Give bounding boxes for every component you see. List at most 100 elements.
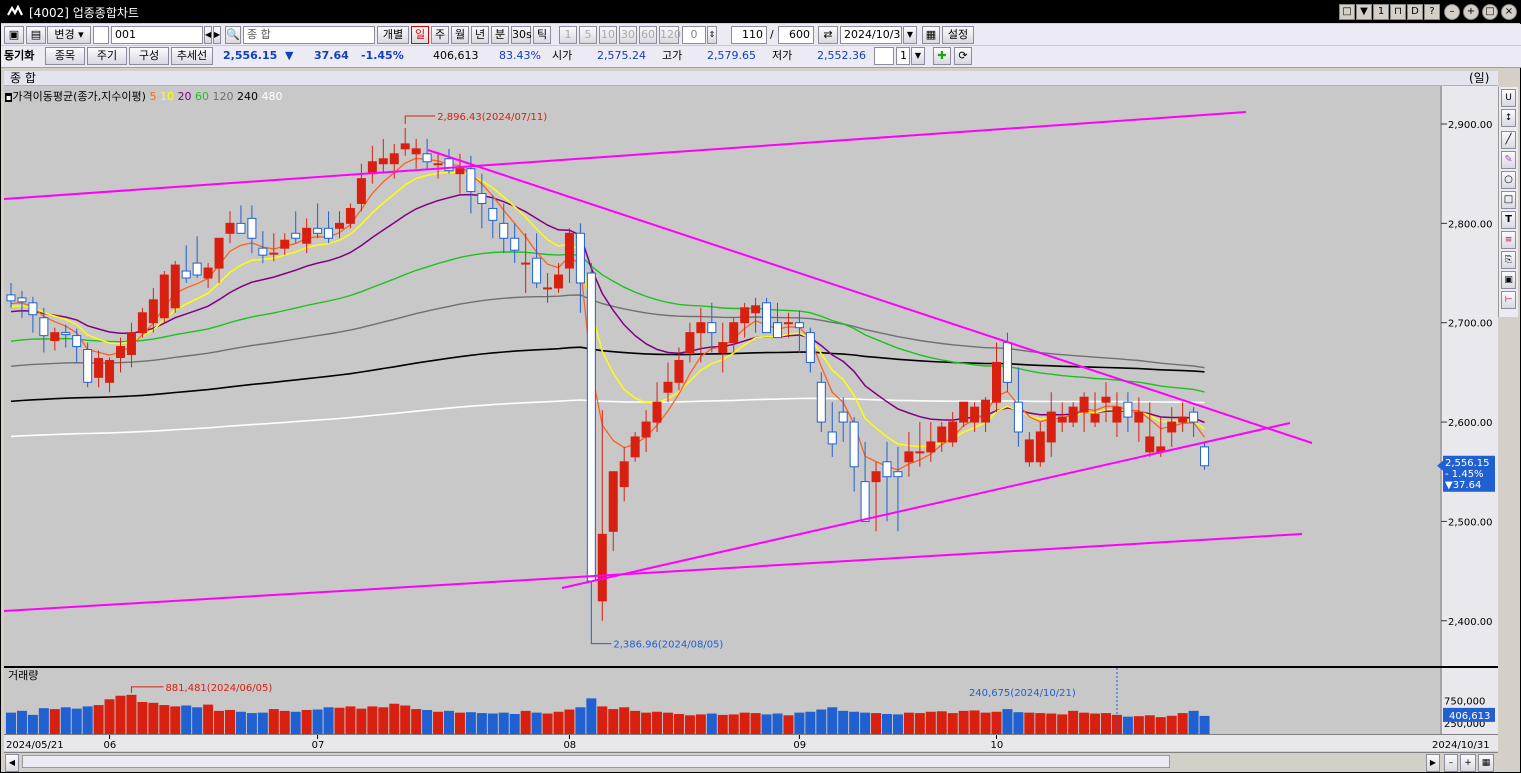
window-maximize-button[interactable]: □ [1482, 4, 1498, 20]
ellipse-tool-icon[interactable]: ○ [1501, 171, 1516, 189]
settings-button[interactable]: 설정 [942, 26, 974, 44]
candle-up [926, 441, 936, 453]
minute-1-button[interactable]: 1 [559, 26, 577, 44]
period-button[interactable]: 주기 [87, 47, 127, 65]
refresh-icon[interactable]: ⟳ [954, 47, 972, 65]
volume-bar [71, 708, 82, 734]
price-chart-svg[interactable]: 2,900.00 2,800.00 2,700.00 2,600.00 2,500.00… [3, 71, 1498, 666]
volume-bar [389, 703, 400, 734]
measure-tool-icon[interactable]: ⊢ [1501, 291, 1516, 309]
copy-tool-icon[interactable]: ⎘ [1501, 251, 1516, 269]
candle-down [805, 332, 815, 363]
period-week-tab[interactable]: 주 [431, 26, 449, 44]
pen-tool-icon[interactable]: ✎ [1501, 151, 1516, 169]
ma-legend: ▪가격이동평균(종가,지수이평) 5 10 20 60 120 240 480 [5, 88, 282, 104]
window-minimize-button[interactable]: – [1444, 4, 1460, 20]
horizontal-scrollbar[interactable]: ◀ ▶ – + ▦ [4, 752, 1498, 772]
next-code-button[interactable]: ▶ [213, 26, 221, 44]
candle-up [685, 332, 695, 354]
period-30s-tab[interactable]: 30s [511, 26, 532, 44]
chart-header: 종 합 (일) [4, 71, 1498, 86]
count-input[interactable]: 110 [731, 26, 767, 44]
volume-bar [717, 714, 728, 734]
candle-up [696, 322, 706, 334]
window-layout2-button[interactable]: ⊓ [1390, 4, 1406, 20]
zoom-icon[interactable]: ⇄ [818, 26, 838, 44]
scroll-left-button[interactable]: ◀ [5, 754, 19, 772]
prev-code-button[interactable]: ◀ [204, 26, 212, 44]
candle-down [324, 227, 334, 239]
zoom-in-icon[interactable]: + [1460, 754, 1476, 772]
period-day-tab[interactable]: 일 [411, 26, 429, 44]
volume-bar [1122, 716, 1133, 734]
candle-down [422, 153, 432, 163]
rectangle-tool-icon[interactable]: □ [1501, 191, 1516, 209]
text-tool-icon[interactable]: T [1501, 211, 1516, 229]
volume-bar [750, 713, 761, 734]
window-export-button[interactable]: D [1407, 4, 1423, 20]
toolbar-collapse-icon[interactable]: U [1501, 89, 1516, 107]
candle-down [849, 421, 859, 468]
line-tool-icon[interactable]: ╱ [1501, 131, 1516, 149]
compose-button[interactable]: 구성 [129, 47, 169, 65]
minute-120-button[interactable]: 120 [659, 26, 681, 44]
item-button[interactable]: 종목 [45, 47, 85, 65]
add-icon[interactable]: ✚ [933, 47, 951, 65]
window-move-button[interactable]: + [1463, 4, 1479, 20]
candle-up [1134, 411, 1144, 423]
minute-5-button[interactable]: 5 [579, 26, 597, 44]
volume-bar [1046, 713, 1057, 734]
code-input[interactable]: 001 [111, 26, 203, 44]
upper-channel-line [3, 111, 1247, 200]
window-close-button[interactable]: × [1501, 4, 1517, 20]
volume-bar [1188, 710, 1199, 734]
grid-icon[interactable]: ▦ [1478, 754, 1494, 772]
period-minute-tab[interactable]: 분 [491, 26, 509, 44]
change-button[interactable]: 변경 ▾ [47, 26, 91, 44]
total-input[interactable]: 600 [778, 26, 814, 44]
period-tick-tab[interactable]: 틱 [533, 26, 551, 44]
offset-input[interactable]: 0 [682, 26, 706, 44]
search-icon[interactable]: 🔍 [225, 26, 241, 44]
window-pin-button[interactable]: ▼ [1356, 4, 1372, 20]
window-help-button[interactable]: ? [1424, 4, 1440, 20]
save-icon[interactable]: ▦ [922, 26, 940, 44]
volume-bar [444, 710, 454, 734]
window-option1-button[interactable]: □ [1339, 4, 1355, 20]
minute-60-button[interactable]: 60 [639, 26, 657, 44]
color-box[interactable] [874, 47, 894, 65]
scroll-thumb[interactable] [22, 755, 1170, 768]
price-chart-area[interactable]: 2,900.00 2,800.00 2,700.00 2,600.00 2,500.00… [3, 71, 1498, 666]
volume-panel[interactable]: 거래량750,000500,000250,000881,481(2024/06/… [4, 666, 1498, 736]
image-tool-icon[interactable]: ▣ [1501, 271, 1516, 289]
date-input[interactable]: 2024/10/31 [840, 26, 902, 44]
offset-spinner[interactable]: ⇕ [707, 26, 717, 44]
volume-bar [192, 707, 203, 734]
code-type-box[interactable] [93, 26, 109, 44]
cursor-icon[interactable]: ↕ [1501, 109, 1516, 127]
candle-down [827, 431, 837, 445]
individual-button[interactable]: 개별 [377, 26, 409, 44]
volume-bar [728, 714, 739, 734]
current-price-text: - 1.45% [1445, 469, 1484, 480]
volume-bar [367, 706, 378, 734]
zoom-out-icon[interactable]: – [1444, 754, 1458, 772]
scroll-right-button[interactable]: ▶ [1426, 754, 1440, 772]
window-layout1-button[interactable]: 1 [1373, 4, 1389, 20]
volume-chart-svg[interactable]: 거래량750,000500,000250,000881,481(2024/06/… [4, 668, 1498, 736]
minute-10-button[interactable]: 10 [599, 26, 617, 44]
period-year-tab[interactable]: 년 [471, 26, 489, 44]
screen-icon[interactable]: ▤ [26, 26, 46, 44]
trendline-button[interactable]: 추세선 [171, 47, 213, 65]
spin-input[interactable]: 1 [896, 47, 910, 65]
fibonacci-tool-icon[interactable]: ≡ [1501, 231, 1516, 249]
minute-30-button[interactable]: 30 [619, 26, 637, 44]
candle-down [72, 335, 82, 348]
volume-bar [82, 706, 93, 734]
candle-up [992, 361, 1001, 403]
date-dropdown-icon[interactable]: ▼ [903, 26, 917, 44]
chart-icon[interactable]: ▣ [4, 26, 24, 44]
spin-dropdown-icon[interactable]: ▼ [911, 47, 925, 65]
volume-bar [1068, 710, 1079, 734]
period-month-tab[interactable]: 월 [451, 26, 469, 44]
